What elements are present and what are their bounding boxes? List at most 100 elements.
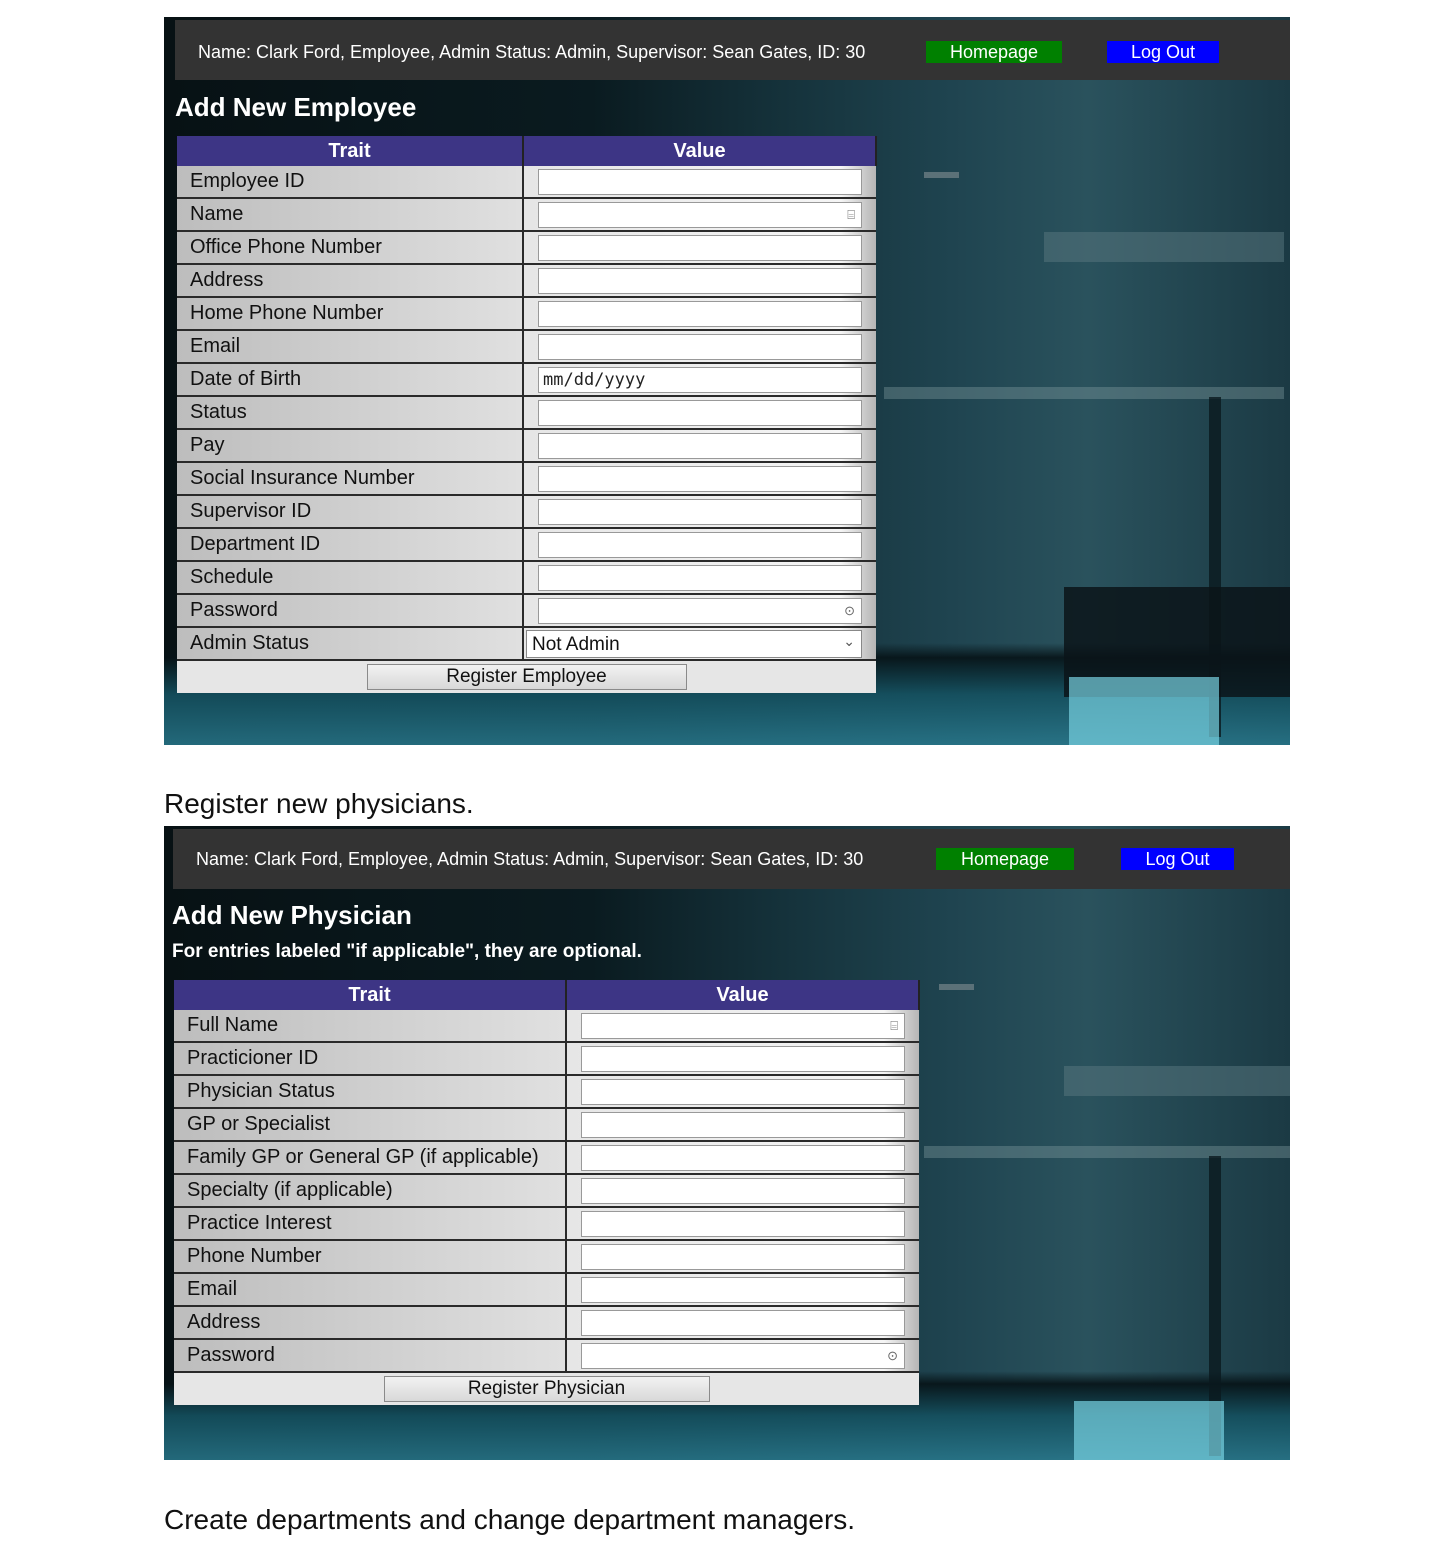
- chevron-down-icon: ⌄: [843, 632, 855, 649]
- homepage-button[interactable]: Homepage: [936, 848, 1074, 870]
- form-row-practicioner-id: Practicioner ID: [174, 1042, 919, 1076]
- value-cell: ⊙: [523, 594, 876, 628]
- address-input[interactable]: [538, 267, 862, 294]
- phone-number-input[interactable]: [581, 1243, 905, 1270]
- trait-label: Office Phone Number: [177, 231, 524, 265]
- trait-label: Name: [177, 198, 524, 232]
- form-row-physician-status: Physician Status: [174, 1075, 919, 1109]
- value-cell: ⌸: [523, 198, 876, 232]
- page-title: Add New Employee: [175, 92, 417, 122]
- admin-status-select[interactable]: Not Admin ⌄: [526, 629, 862, 658]
- social-insurance-number-input[interactable]: [538, 465, 862, 492]
- password-password-field[interactable]: ⊙: [581, 1342, 905, 1369]
- physician-status-input[interactable]: [581, 1078, 905, 1105]
- form-row-department-id: Department ID: [177, 528, 876, 562]
- value-cell: mm/dd/yyyy: [523, 363, 876, 397]
- pillar-decor: [1209, 397, 1221, 737]
- employee-id-input[interactable]: [538, 168, 862, 195]
- top-bar: Name: Clark Ford, Employee, Admin Status…: [175, 20, 1290, 80]
- employee-screenshot-panel: Name: Clark Ford, Employee, Admin Status…: [164, 17, 1290, 745]
- email-input[interactable]: [581, 1276, 905, 1303]
- trait-label: Physician Status: [174, 1075, 567, 1109]
- ceiling-beam-decor: [1064, 1066, 1290, 1096]
- email-input[interactable]: [538, 333, 862, 360]
- value-cell: [523, 396, 876, 430]
- form-row-social-insurance-number: Social Insurance Number: [177, 462, 876, 496]
- value-cell: [523, 231, 876, 265]
- pay-input[interactable]: [538, 432, 862, 459]
- key-icon[interactable]: ⊙: [844, 603, 855, 619]
- floor-glow-decor: [1074, 1401, 1224, 1460]
- pillar-decor: [1209, 1156, 1221, 1456]
- trait-label: Status: [177, 396, 524, 430]
- value-cell: [523, 528, 876, 562]
- trait-label: Family GP or General GP (if applicable): [174, 1141, 567, 1175]
- physician-form-table: Trait Value Full Name ⌸ Practicioner ID Phy…: [174, 980, 920, 1405]
- homepage-button[interactable]: Homepage: [926, 41, 1062, 63]
- specialty-input[interactable]: [581, 1177, 905, 1204]
- page-title: Add New Physician: [172, 900, 412, 930]
- form-row-status: Status: [177, 396, 876, 430]
- trait-label: Admin Status: [177, 627, 524, 661]
- name-input[interactable]: ⌸: [538, 201, 862, 228]
- logout-button[interactable]: Log Out: [1121, 848, 1234, 870]
- ceiling-beam-decor: [1044, 232, 1284, 262]
- physician-screenshot-panel: Name: Clark Ford, Employee, Admin Status…: [164, 826, 1290, 1460]
- value-cell: [566, 1240, 919, 1274]
- trait-label: Date of Birth: [177, 363, 524, 397]
- logout-button[interactable]: Log Out: [1107, 41, 1219, 63]
- trait-label: Practice Interest: [174, 1207, 567, 1241]
- form-row-gp-or-specialist: GP or Specialist: [174, 1108, 919, 1142]
- practice-interest-input[interactable]: [581, 1210, 905, 1237]
- top-bar: Name: Clark Ford, Employee, Admin Status…: [173, 829, 1290, 889]
- supervisor-id-input[interactable]: [538, 498, 862, 525]
- ceiling-beam-decor: [924, 1146, 1290, 1158]
- submit-cell: Register Employee: [177, 660, 876, 693]
- value-cell: [566, 1108, 919, 1142]
- ceiling-beam-decor: [884, 387, 1284, 399]
- contact-card-icon[interactable]: ⌸: [847, 207, 855, 223]
- status-input[interactable]: [538, 399, 862, 426]
- trait-column-header: Trait: [177, 136, 524, 166]
- ceiling-light-decor: [924, 172, 959, 178]
- value-cell: [566, 1075, 919, 1109]
- value-cell: [566, 1174, 919, 1208]
- value-cell: [523, 495, 876, 529]
- register-employee-button[interactable]: Register Employee: [366, 664, 687, 690]
- trait-label: Department ID: [177, 528, 524, 562]
- value-cell: ⊙: [566, 1339, 919, 1373]
- value-cell: [566, 1306, 919, 1340]
- department-id-input[interactable]: [538, 531, 862, 558]
- form-row-email: Email: [174, 1273, 919, 1307]
- form-row-password: Password ⊙: [177, 594, 876, 628]
- full-name-input[interactable]: ⌸: [581, 1012, 905, 1039]
- submit-row: Register Employee: [177, 660, 876, 693]
- trait-label: Email: [174, 1273, 567, 1307]
- submit-cell: Register Physician: [174, 1372, 919, 1405]
- value-cell: [523, 166, 876, 199]
- value-cell: [566, 1273, 919, 1307]
- form-row-employee-id: Employee ID: [177, 166, 876, 199]
- trait-label: Specialty (if applicable): [174, 1174, 567, 1208]
- value-cell: [566, 1141, 919, 1175]
- trait-label: Phone Number: [174, 1240, 567, 1274]
- form-row-name: Name ⌸: [177, 198, 876, 232]
- office-phone-number-input[interactable]: [538, 234, 862, 261]
- password-password-field[interactable]: ⊙: [538, 597, 862, 624]
- value-cell: [523, 429, 876, 463]
- address-input[interactable]: [581, 1309, 905, 1336]
- practicioner-id-input[interactable]: [581, 1045, 905, 1072]
- home-phone-number-input[interactable]: [538, 300, 862, 327]
- key-icon[interactable]: ⊙: [887, 1348, 898, 1364]
- desk-decor: [1064, 587, 1290, 697]
- schedule-input[interactable]: [538, 564, 862, 591]
- date-of-birth-input[interactable]: mm/dd/yyyy: [538, 366, 862, 393]
- family-gp-or-general-gp-input[interactable]: [581, 1144, 905, 1171]
- register-physician-button[interactable]: Register Physician: [383, 1376, 710, 1402]
- trait-label: GP or Specialist: [174, 1108, 567, 1142]
- trait-label: Home Phone Number: [177, 297, 524, 331]
- trait-label: Address: [174, 1306, 567, 1340]
- gp-or-specialist-input[interactable]: [581, 1111, 905, 1138]
- contact-card-icon[interactable]: ⌸: [890, 1018, 898, 1034]
- value-cell: [523, 297, 876, 331]
